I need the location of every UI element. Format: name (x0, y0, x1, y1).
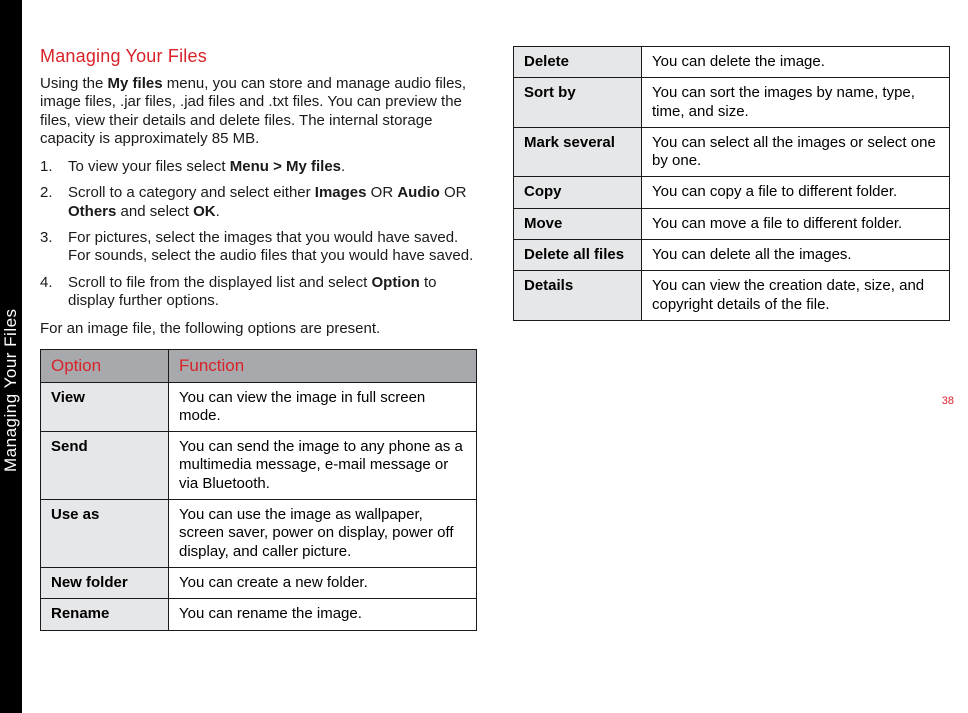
cell-function: You can send the image to any phone as a… (169, 432, 477, 500)
step-bold: Option (371, 274, 419, 291)
cell-function: You can move a file to different folder. (642, 208, 950, 239)
page-content: Managing Your Files Using the My files m… (40, 46, 950, 631)
step-text: Scroll to file from the displayed list a… (68, 274, 371, 291)
step-bold: Menu > My files (230, 158, 341, 175)
cell-option: Sort by (514, 78, 642, 128)
step-text: For pictures, select the images that you… (68, 229, 473, 264)
step-bold: Images (315, 184, 367, 201)
cell-option: Details (514, 271, 642, 321)
intro-bold: My files (108, 75, 163, 92)
table-row: Use asYou can use the image as wallpaper… (41, 500, 477, 568)
cell-option: Use as (41, 500, 169, 568)
table-row: SendYou can send the image to any phone … (41, 432, 477, 500)
step-bold: Audio (397, 184, 440, 201)
table-row: CopyYou can copy a file to different fol… (514, 177, 950, 208)
intro-pre: Using the (40, 75, 108, 92)
step-text: OR (440, 184, 467, 201)
cell-option: Delete all files (514, 240, 642, 271)
side-section-label: Managing Your Files (0, 280, 22, 480)
step-bold: Others (68, 203, 116, 220)
table-row: DeleteYou can delete the image. (514, 47, 950, 78)
page-title: Managing Your Files (40, 46, 477, 67)
cell-function: You can view the image in full screen mo… (169, 382, 477, 432)
options-table-right: DeleteYou can delete the image. Sort byY… (513, 46, 950, 321)
step-text: OR (367, 184, 398, 201)
header-function: Function (169, 349, 477, 382)
left-column: Managing Your Files Using the My files m… (40, 46, 477, 631)
options-table-left: Option Function ViewYou can view the ima… (40, 349, 477, 631)
step-bold: OK (193, 203, 216, 220)
cell-function: You can use the image as wallpaper, scre… (169, 500, 477, 568)
cell-function: You can delete the image. (642, 47, 950, 78)
step-item: Scroll to file from the displayed list a… (40, 274, 477, 311)
intro-paragraph: Using the My files menu, you can store a… (40, 75, 477, 148)
lead-text: For an image file, the following options… (40, 320, 477, 338)
step-item: To view your files select Menu > My file… (40, 158, 477, 176)
cell-function: You can create a new folder. (169, 567, 477, 598)
step-text: . (216, 203, 220, 220)
cell-function: You can copy a file to different folder. (642, 177, 950, 208)
step-text: . (341, 158, 345, 175)
cell-function: You can delete all the images. (642, 240, 950, 271)
cell-option: Delete (514, 47, 642, 78)
table-row: MoveYou can move a file to different fol… (514, 208, 950, 239)
right-column: DeleteYou can delete the image. Sort byY… (513, 46, 950, 631)
table-header-row: Option Function (41, 349, 477, 382)
cell-option: Rename (41, 599, 169, 630)
table-row: Mark severalYou can select all the image… (514, 127, 950, 177)
step-text: Scroll to a category and select either (68, 184, 315, 201)
step-text: To view your files select (68, 158, 230, 175)
table-row: RenameYou can rename the image. (41, 599, 477, 630)
steps-list: To view your files select Menu > My file… (40, 158, 477, 310)
step-item: For pictures, select the images that you… (40, 229, 477, 266)
cell-option: New folder (41, 567, 169, 598)
step-text: and select (116, 203, 193, 220)
cell-option: Send (41, 432, 169, 500)
step-item: Scroll to a category and select either I… (40, 184, 477, 221)
cell-function: You can select all the images or select … (642, 127, 950, 177)
cell-function: You can sort the images by name, type, t… (642, 78, 950, 128)
cell-function: You can view the creation date, size, an… (642, 271, 950, 321)
table-row: Delete all filesYou can delete all the i… (514, 240, 950, 271)
table-row: ViewYou can view the image in full scree… (41, 382, 477, 432)
table-row: New folderYou can create a new folder. (41, 567, 477, 598)
cell-function: You can rename the image. (169, 599, 477, 630)
table-row: DetailsYou can view the creation date, s… (514, 271, 950, 321)
cell-option: Move (514, 208, 642, 239)
cell-option: Copy (514, 177, 642, 208)
header-option: Option (41, 349, 169, 382)
cell-option: Mark several (514, 127, 642, 177)
cell-option: View (41, 382, 169, 432)
table-row: Sort byYou can sort the images by name, … (514, 78, 950, 128)
